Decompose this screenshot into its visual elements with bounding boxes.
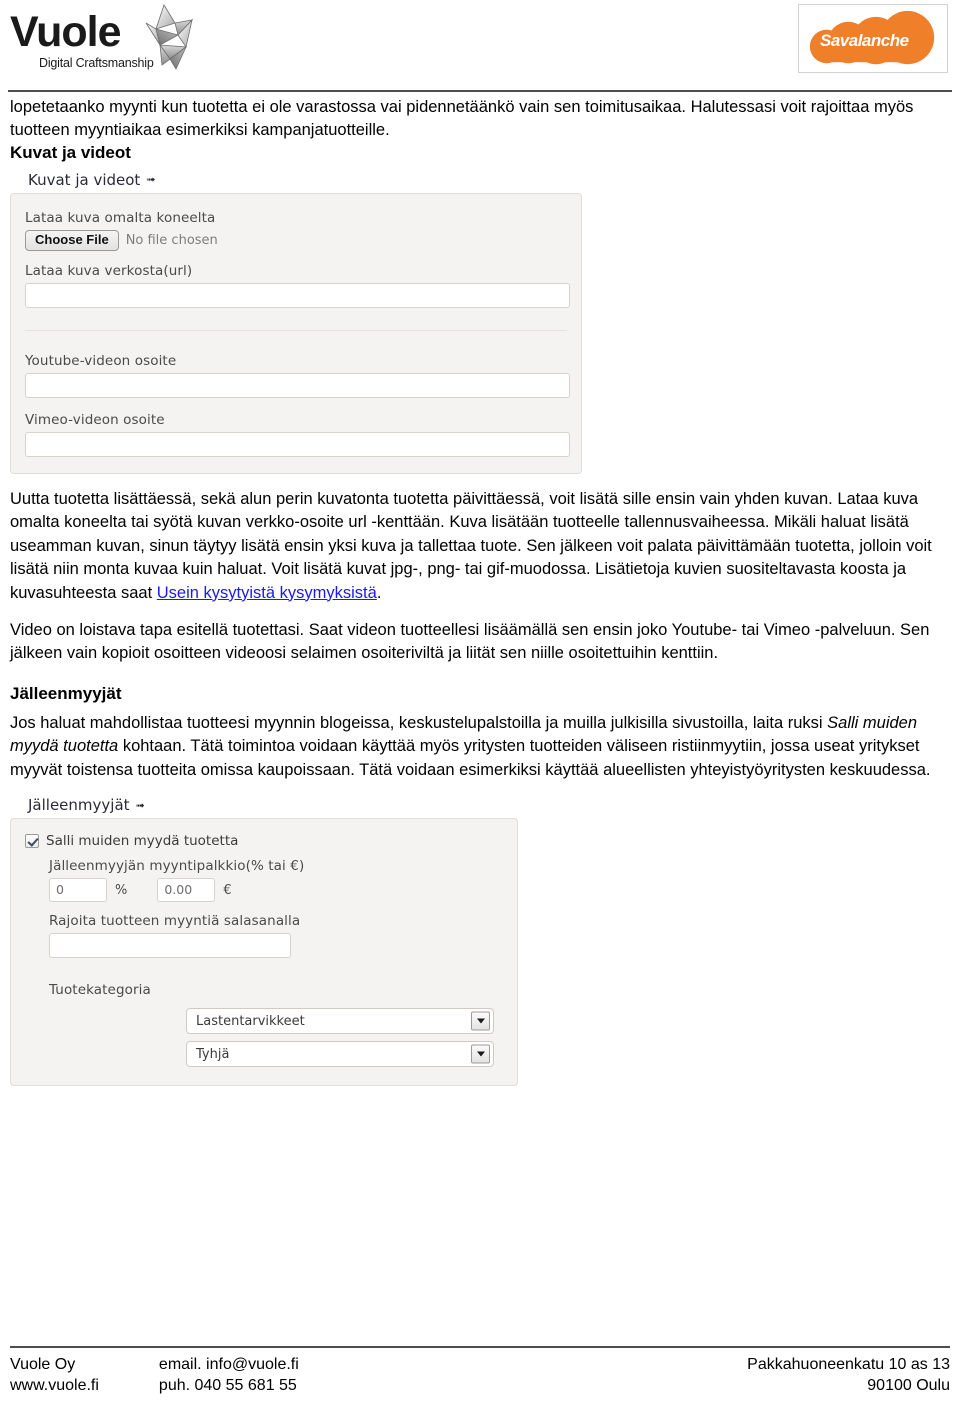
resellers-paragraph-part-1: Jos haluat mahdollistaa tuotteesi myynni…: [10, 713, 828, 732]
product-category-select-secondary[interactable]: Tyhjä: [186, 1041, 494, 1068]
footer-company-name: Vuole Oy: [10, 1355, 76, 1373]
footer-contact-column: email. info@vuole.fi puh. 040 55 681 55: [159, 1354, 299, 1397]
youtube-url-input[interactable]: [25, 372, 570, 398]
footer-address-line-1: Pakkahuoneenkatu 10 as 13: [747, 1355, 950, 1373]
page-header: Vuole Digital Craftsmanship Savalanche: [0, 0, 960, 96]
file-upload-row: Choose File No file chosen: [25, 229, 567, 251]
images-paragraph-2: Video on loistava tapa esitellä tuotetta…: [10, 620, 930, 663]
euro-unit-label: €: [223, 882, 232, 898]
sell-password-input[interactable]: [49, 933, 291, 959]
no-file-chosen-text: No file chosen: [125, 232, 218, 248]
footer-columns: Vuole Oy www.vuole.fi email. info@vuole.…: [10, 1354, 950, 1397]
product-category-select-primary[interactable]: Lastentarvikkeet: [186, 1008, 494, 1035]
product-category-select-primary-value: Lastentarvikkeet: [196, 1013, 305, 1029]
resellers-paragraph-part-2: kohtaan. Tätä toimintoa voidaan käyttää …: [10, 737, 931, 779]
document-content: lopetetaanko myynti kun tuotetta ei ole …: [0, 96, 960, 1087]
reseller-panel-body: Salli muiden myydä tuotetta Jälleenmyyjä…: [10, 818, 518, 1087]
commission-percent-input[interactable]: 0: [49, 878, 107, 903]
header-divider: [8, 90, 952, 92]
images-paragraph-1-text: Uutta tuotetta lisättäessä, sekä alun pe…: [10, 489, 932, 602]
intro-paragraph: lopetetaanko myynti kun tuotetta ei ole …: [10, 98, 914, 140]
images-paragraph-1-period: .: [376, 583, 382, 602]
vimeo-url-label: Vimeo-videon osoite: [25, 411, 165, 428]
origami-bird-icon: [120, 3, 194, 78]
vimeo-url-input[interactable]: [25, 431, 570, 457]
footer-divider: [10, 1345, 950, 1348]
upload-url-input[interactable]: [25, 282, 570, 308]
footer-phone: puh. 040 55 681 55: [158, 1377, 297, 1395]
percent-unit-label: %: [115, 882, 128, 898]
media-panel-divider: [25, 329, 567, 331]
images-paragraph-1: Uutta tuotetta lisättäessä, sekä alun pe…: [10, 488, 950, 605]
sell-password-label: Rajoita tuotteen myyntiä salasanalla: [49, 913, 301, 930]
upload-local-label: Lataa kuva omalta koneelta: [25, 209, 216, 226]
footer-address-column: Pakkahuoneenkatu 10 as 13 90100 Oulu: [747, 1354, 950, 1397]
media-panel-screenshot: Kuvat ja videot ➟ Lataa kuva omalta kone…: [10, 171, 950, 474]
reseller-panel-heading[interactable]: Jälleenmyyjät ➟: [28, 796, 950, 814]
savalanche-wordmark: Savalanche: [820, 31, 909, 50]
footer-address-line-2: 90100 Oulu: [867, 1377, 950, 1395]
section-title-resellers: Jälleenmyyjät: [10, 683, 122, 703]
media-panel-heading-label: Kuvat ja videot: [28, 170, 141, 189]
section-title-images: Kuvat ja videot: [10, 142, 131, 162]
reseller-panel-screenshot: Jälleenmyyjät ➟ Salli muiden myydä tuote…: [10, 796, 950, 1087]
commission-inputs-row: 0 % 0.00 €: [49, 878, 503, 903]
product-category-label: Tuotekategoria: [49, 982, 151, 999]
allow-resell-checkbox[interactable]: [25, 834, 39, 849]
chevron-down-icon[interactable]: [471, 1044, 490, 1064]
chevron-down-icon[interactable]: ➟: [146, 174, 155, 185]
youtube-url-label: Youtube-videon osoite: [25, 352, 177, 369]
footer-email: email. info@vuole.fi: [158, 1355, 299, 1373]
product-category-select-secondary-value: Tyhjä: [196, 1046, 230, 1062]
commission-label: Jälleenmyyjän myyntipalkkio(% tai €): [49, 858, 305, 875]
commission-euro-input[interactable]: 0.00: [157, 878, 216, 903]
allow-resell-row[interactable]: Salli muiden myydä tuotetta: [25, 833, 503, 849]
media-panel-body: Lataa kuva omalta koneelta Choose File N…: [10, 192, 582, 474]
chevron-down-icon[interactable]: [471, 1011, 490, 1031]
choose-file-button[interactable]: Choose File: [25, 229, 119, 251]
vuole-wordmark: Vuole: [10, 8, 121, 56]
media-panel-heading[interactable]: Kuvat ja videot ➟: [28, 171, 950, 189]
footer-website: www.vuole.fi: [10, 1377, 99, 1395]
category-selects-group: Lastentarvikkeet Tyhjä: [25, 1008, 503, 1068]
resellers-paragraph: Jos haluat mahdollistaa tuotteesi myynni…: [10, 712, 950, 782]
faq-link[interactable]: Usein kysytyistä kysymyksistä: [157, 584, 377, 602]
allow-resell-label: Salli muiden myydä tuotetta: [46, 833, 239, 850]
page-footer: Vuole Oy www.vuole.fi email. info@vuole.…: [10, 1345, 950, 1397]
savalanche-logo: Savalanche: [798, 4, 948, 73]
vuole-logo: Vuole Digital Craftsmanship: [8, 3, 194, 79]
upload-url-label: Lataa kuva verkosta(url): [25, 262, 193, 279]
chevron-down-icon[interactable]: ➟: [136, 800, 145, 811]
reseller-indent-group: Jälleenmyyjän myyntipalkkio(% tai €) 0 %…: [25, 858, 503, 998]
footer-company-column: Vuole Oy www.vuole.fi: [10, 1354, 99, 1397]
reseller-panel-heading-label: Jälleenmyyjät: [28, 796, 130, 815]
